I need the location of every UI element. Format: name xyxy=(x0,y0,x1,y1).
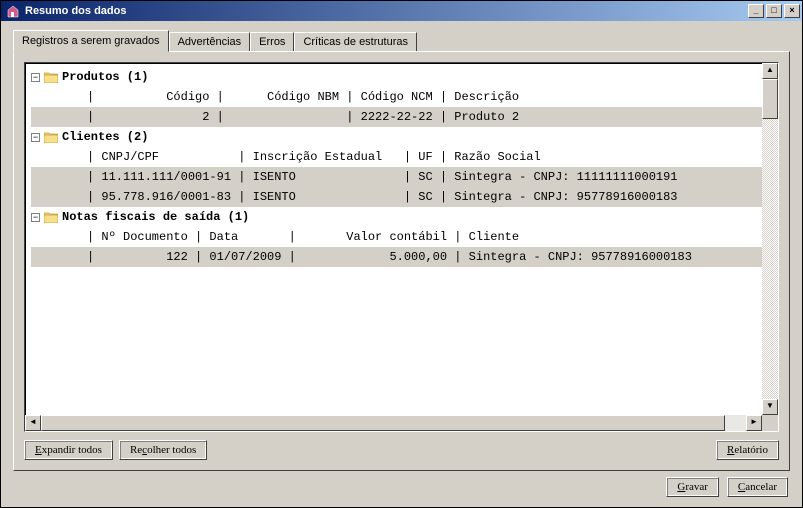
scrollbar-corner xyxy=(762,415,778,431)
collapse-icon[interactable]: − xyxy=(31,73,40,82)
scroll-down-button[interactable]: ▼ xyxy=(762,399,778,415)
tab-bar: Registros a serem gravados Advertências … xyxy=(13,31,790,51)
main-window: Resumo dos dados _ □ × Registros a serem… xyxy=(0,0,803,508)
tree-header-row: | CNPJ/CPF | Inscrição Estadual | UF | R… xyxy=(31,147,762,167)
minimize-button[interactable]: _ xyxy=(748,4,764,18)
window-title: Resumo dos dados xyxy=(25,5,746,17)
horizontal-scrollbar[interactable]: ◄ ► xyxy=(25,415,762,431)
tab-erros[interactable]: Erros xyxy=(250,32,294,51)
report-button[interactable]: Relatório xyxy=(716,440,779,460)
collapse-all-button[interactable]: Recolher todos xyxy=(119,440,207,460)
collapse-icon[interactable]: − xyxy=(31,133,40,142)
tab-criticas[interactable]: Críticas de estruturas xyxy=(294,32,417,51)
cancel-button[interactable]: Cancelar xyxy=(727,477,788,497)
tree-section-title[interactable]: −Produtos (1) xyxy=(31,67,762,87)
scroll-right-button[interactable]: ► xyxy=(746,415,762,431)
tree-section-title[interactable]: −Clientes (2) xyxy=(31,127,762,147)
scroll-up-button[interactable]: ▲ xyxy=(762,63,778,79)
tree-data-row: | 95.778.916/0001-83 | ISENTO | SC | Sin… xyxy=(31,187,762,207)
titlebar: Resumo dos dados _ □ × xyxy=(1,1,802,21)
tab-registros[interactable]: Registros a serem gravados xyxy=(13,30,169,52)
expand-all-button[interactable]: Expandir todos xyxy=(24,440,113,460)
tree-data-row: | 122 | 01/07/2009 | 5.000,00 | Sintegra… xyxy=(31,247,762,267)
tree-section-title[interactable]: −Notas fiscais de saída (1) xyxy=(31,207,762,227)
tree-header-row: | Código | Código NBM | Código NCM | Des… xyxy=(31,87,762,107)
tree-header-row: | Nº Documento | Data | Valor contábil |… xyxy=(31,227,762,247)
maximize-button[interactable]: □ xyxy=(766,4,782,18)
tab-advertencias[interactable]: Advertências xyxy=(169,32,251,51)
app-icon xyxy=(5,3,21,19)
close-button[interactable]: × xyxy=(784,4,800,18)
tree-data-row: | 2 | | 2222-22-22 | Produto 2 xyxy=(31,107,762,127)
tree-view: −Produtos (1)| Código | Código NBM | Cód… xyxy=(24,62,779,432)
tree-data-row: | 11.111.111/0001-91 | ISENTO | SC | Sin… xyxy=(31,167,762,187)
scroll-left-button[interactable]: ◄ xyxy=(25,415,41,431)
vertical-scrollbar[interactable]: ▲ ▼ xyxy=(762,63,778,415)
collapse-icon[interactable]: − xyxy=(31,213,40,222)
tab-panel: −Produtos (1)| Código | Código NBM | Cód… xyxy=(13,51,790,471)
save-button[interactable]: Gravar xyxy=(666,477,719,497)
